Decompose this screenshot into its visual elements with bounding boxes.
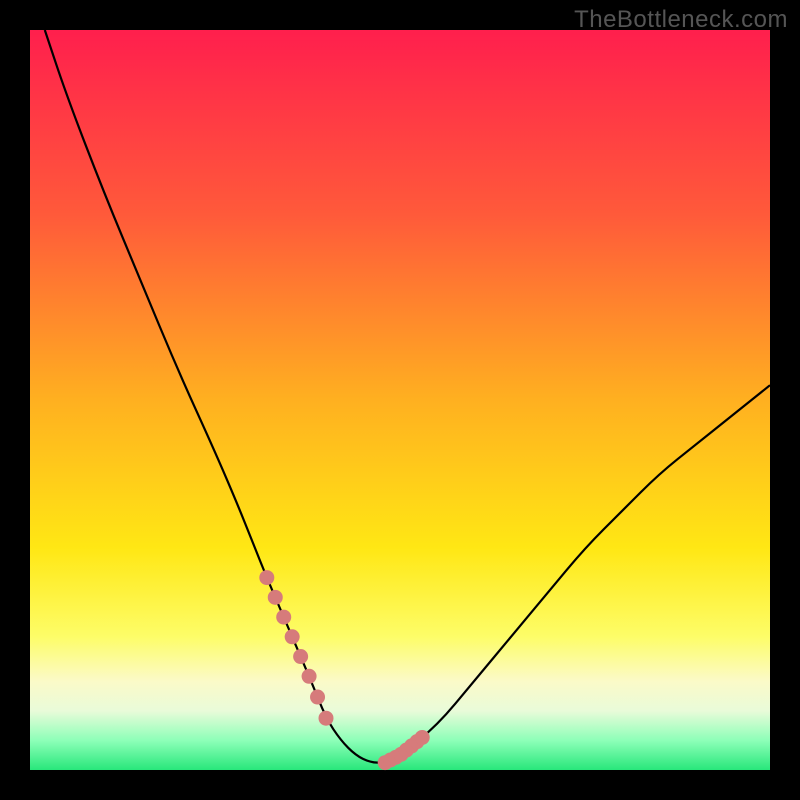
bottleneck-chart xyxy=(0,0,800,800)
highlight-dot xyxy=(310,690,325,705)
highlight-dot xyxy=(285,629,300,644)
highlight-dot xyxy=(302,669,317,684)
plot-background xyxy=(30,30,770,770)
highlight-dot xyxy=(276,610,291,625)
highlight-dot xyxy=(293,649,308,664)
highlight-dot xyxy=(259,570,274,585)
watermark: TheBottleneck.com xyxy=(574,6,788,34)
highlight-dot xyxy=(415,730,430,745)
highlight-dot xyxy=(319,711,334,726)
highlight-dot xyxy=(268,590,283,605)
chart-frame: { "watermark": "TheBottleneck.com", "col… xyxy=(0,0,800,800)
